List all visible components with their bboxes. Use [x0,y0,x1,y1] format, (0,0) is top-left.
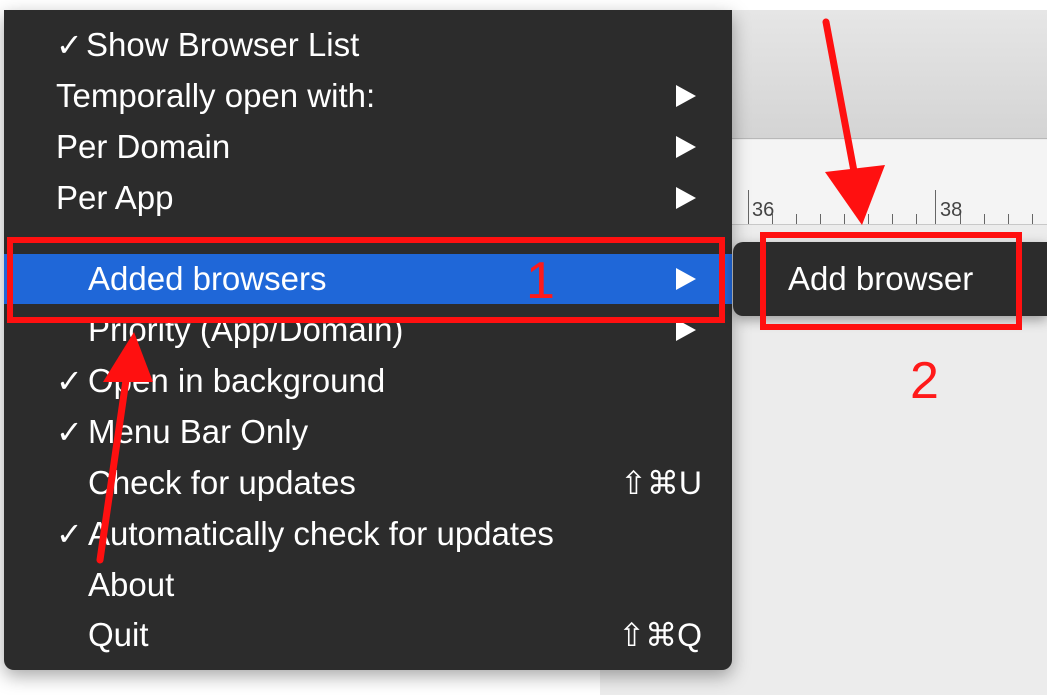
annotation-arrows [96,18,885,564]
annotation-arrow-down [822,18,885,225]
annotation-arrow-up [96,332,153,564]
